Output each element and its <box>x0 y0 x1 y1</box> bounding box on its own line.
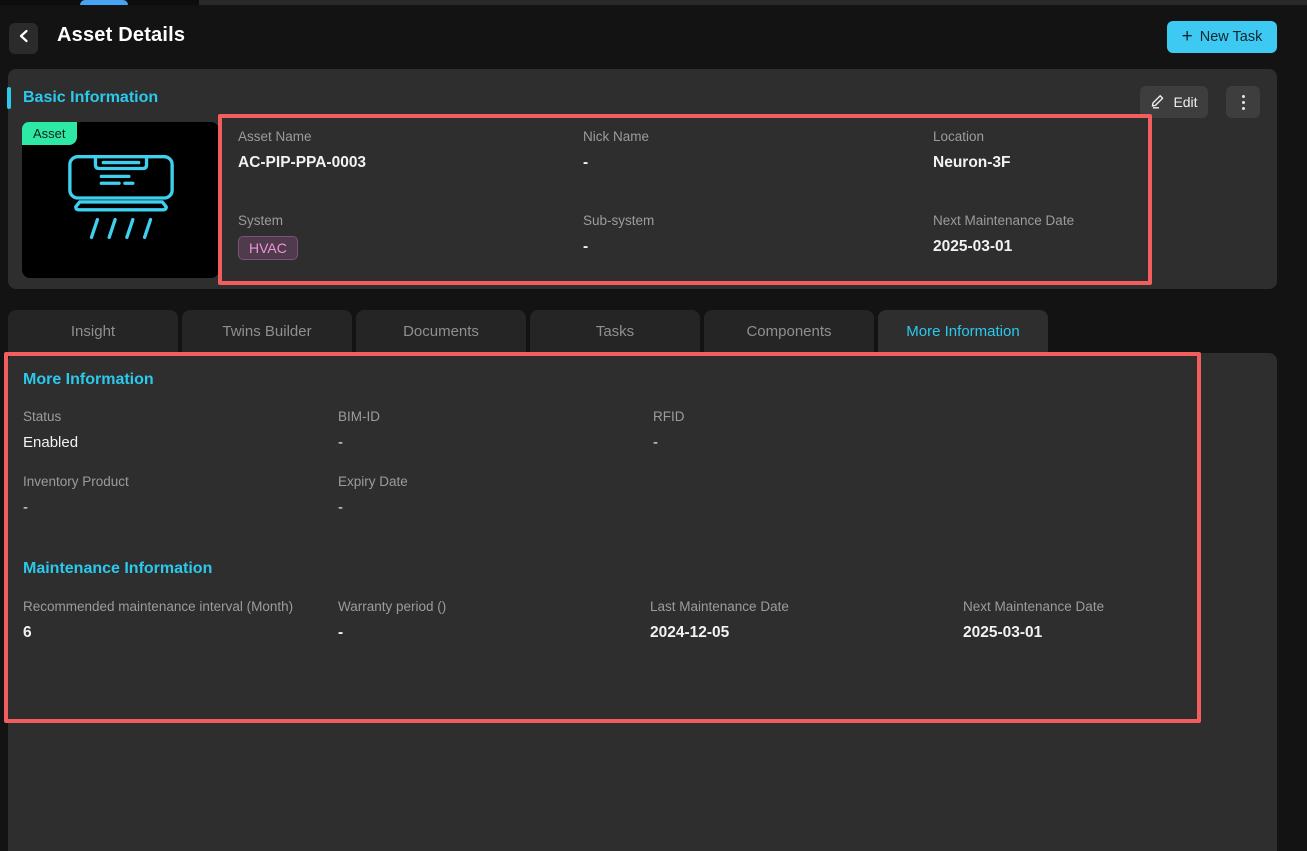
field-label: Status <box>23 409 62 424</box>
page-title: Asset Details <box>57 24 186 46</box>
tab-tasks[interactable]: Tasks <box>530 310 700 353</box>
new-task-label: New Task <box>1199 29 1263 45</box>
field-warranty-period: Warranty period () - <box>338 599 446 642</box>
field-label: Next Maintenance Date <box>963 599 1105 614</box>
field-value: Neuron-3F <box>933 154 1011 171</box>
field-next-maintenance-date-2: Next Maintenance Date 2025-03-01 <box>963 599 1104 642</box>
field-expiry-date: Expiry Date - <box>338 474 408 516</box>
tab-twins-builder[interactable]: Twins Builder <box>182 310 352 353</box>
browser-tabstrip <box>0 0 1307 5</box>
kebab-menu-button[interactable] <box>1226 86 1260 118</box>
field-nick-name: Nick Name - <box>583 129 649 172</box>
tab-documents[interactable]: Documents <box>356 310 526 353</box>
field-label: Recommended maintenance interval (Month) <box>23 599 294 614</box>
field-label: BIM-ID <box>338 409 380 424</box>
field-label: Warranty period () <box>338 599 447 614</box>
field-next-maintenance-date: Next Maintenance Date 2025-03-01 <box>933 213 1074 256</box>
asset-details-page: Asset Details + New Task Basic Informati… <box>0 0 1307 851</box>
field-label: Expiry Date <box>338 474 408 489</box>
field-value: AC-PIP-PPA-0003 <box>238 154 367 171</box>
field-value: - <box>23 499 28 516</box>
maintenance-information-heading: Maintenance Information <box>23 560 213 577</box>
field-value: - <box>338 624 344 641</box>
chevron-left-icon <box>18 29 30 48</box>
field-inventory-product: Inventory Product - <box>23 474 129 516</box>
tab-more-information[interactable]: More Information <box>878 310 1048 353</box>
field-system: System HVAC <box>238 213 298 260</box>
basic-information-heading: Basic Information <box>23 89 159 106</box>
field-location: Location Neuron-3F <box>933 129 1011 172</box>
field-label: Nick Name <box>583 129 650 144</box>
field-bim-id: BIM-ID - <box>338 409 380 451</box>
field-value: 2025-03-01 <box>963 624 1043 641</box>
field-value: 6 <box>23 624 32 641</box>
field-value: - <box>338 499 343 516</box>
tab-insight[interactable]: Insight <box>8 310 178 353</box>
field-value: - <box>653 434 658 451</box>
field-sub-system: Sub-system - <box>583 213 654 256</box>
field-maintenance-interval: Recommended maintenance interval (Month)… <box>23 599 293 642</box>
field-label: System <box>238 213 284 228</box>
edit-button[interactable]: Edit <box>1140 86 1208 118</box>
more-information-heading: More Information <box>23 371 154 388</box>
field-status: Status Enabled <box>23 409 78 451</box>
edit-label: Edit <box>1173 94 1198 110</box>
tab-bar: Insight Twins Builder Documents Tasks Co… <box>8 310 1048 353</box>
field-value: Enabled <box>23 434 79 451</box>
asset-image: Asset <box>22 122 219 278</box>
field-label: Location <box>933 129 985 144</box>
asset-type-badge: Asset <box>22 122 77 145</box>
field-label: Inventory Product <box>23 474 129 489</box>
system-badge: HVAC <box>238 236 298 260</box>
field-value: 2024-12-05 <box>650 624 730 641</box>
field-label: Sub-system <box>583 213 655 228</box>
field-label: Next Maintenance Date <box>933 213 1075 228</box>
back-button[interactable] <box>9 23 38 54</box>
kebab-icon <box>1241 94 1245 98</box>
field-value: - <box>338 434 343 451</box>
field-value: - <box>583 238 589 255</box>
tab-components[interactable]: Components <box>704 310 874 353</box>
field-label: Last Maintenance Date <box>650 599 789 614</box>
field-label: RFID <box>653 409 685 424</box>
plus-icon: + <box>1181 25 1193 47</box>
section-accent-bar <box>7 87 11 109</box>
field-value: - <box>583 154 589 171</box>
pencil-icon <box>1150 93 1166 112</box>
air-conditioner-icon <box>62 152 180 249</box>
active-browser-tab-indicator <box>80 0 128 5</box>
field-value: 2025-03-01 <box>933 238 1013 255</box>
field-asset-name: Asset Name AC-PIP-PPA-0003 <box>238 129 366 172</box>
new-task-button[interactable]: + New Task <box>1167 21 1277 53</box>
field-rfid: RFID - <box>653 409 685 451</box>
field-label: Asset Name <box>238 129 312 144</box>
field-last-maintenance-date: Last Maintenance Date 2024-12-05 <box>650 599 789 642</box>
